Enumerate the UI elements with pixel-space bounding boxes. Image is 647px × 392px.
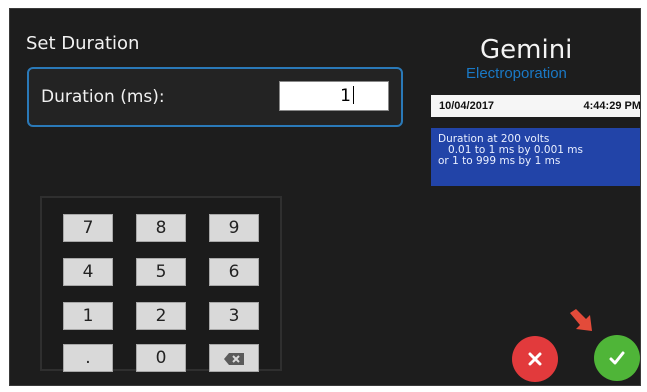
key-0[interactable]: 0 [136, 344, 186, 372]
numeric-keypad: 7 8 9 4 5 6 1 2 3 . 0 [40, 196, 282, 372]
duration-panel: Duration (ms): 1 [27, 67, 403, 127]
key-5[interactable]: 5 [136, 258, 186, 286]
cancel-button[interactable] [512, 336, 558, 382]
duration-value: 1 [340, 86, 351, 106]
datetime-bar: 10/04/2017 4:44:29 PM [431, 95, 641, 117]
key-6[interactable]: 6 [209, 258, 259, 286]
key-4[interactable]: 4 [63, 258, 113, 286]
key-9[interactable]: 9 [209, 214, 259, 242]
check-icon [609, 351, 625, 365]
key-3[interactable]: 3 [209, 302, 259, 330]
backspace-button[interactable] [209, 344, 259, 372]
close-icon [528, 352, 542, 366]
key-1[interactable]: 1 [63, 302, 113, 330]
confirm-button[interactable] [594, 335, 640, 381]
key-decimal[interactable]: . [63, 344, 113, 372]
device-screen: Set Duration Duration (ms): 1 Gemini Ele… [9, 8, 641, 386]
key-8[interactable]: 8 [136, 214, 186, 242]
date-display: 10/04/2017 [439, 100, 495, 112]
duration-input[interactable]: 1 [279, 81, 389, 111]
page-title: Set Duration [26, 33, 140, 54]
text-cursor [353, 86, 354, 104]
app-subtitle: Electroporation [466, 65, 567, 82]
app-name: Gemini [480, 35, 573, 65]
time-display: 4:44:29 PM [583, 100, 641, 112]
backspace-icon [224, 353, 244, 365]
key-7[interactable]: 7 [63, 214, 113, 242]
duration-info-box: Duration at 200 volts 0.01 to 1 ms by 0.… [431, 128, 640, 186]
key-2[interactable]: 2 [136, 302, 186, 330]
pointer-arrow-icon [570, 309, 592, 331]
duration-label: Duration (ms): [41, 87, 165, 107]
info-line: or 1 to 999 ms by 1 ms [438, 155, 561, 167]
